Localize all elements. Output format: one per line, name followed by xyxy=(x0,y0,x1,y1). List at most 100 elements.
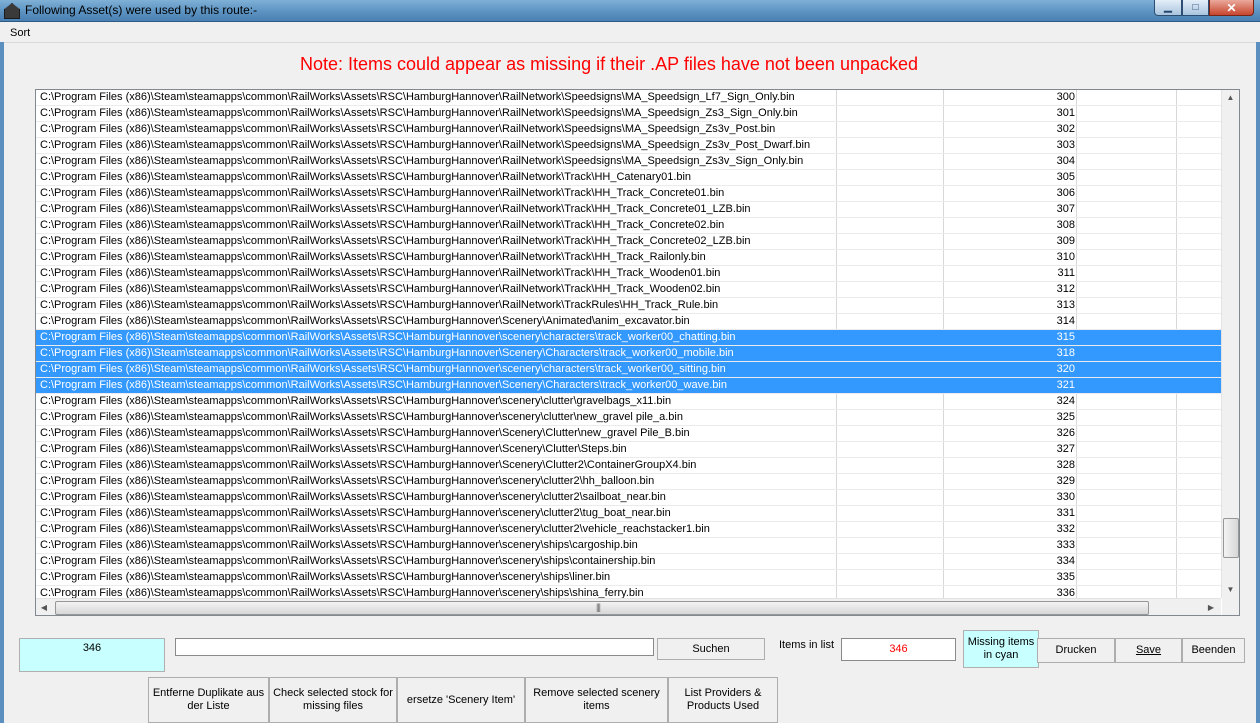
horizontal-scrollbar[interactable]: ◀ ||| ▶ xyxy=(36,598,1221,615)
asset-number: 320 xyxy=(1056,363,1075,375)
asset-path: C:\Program Files (x86)\Steam\steamapps\c… xyxy=(40,267,721,279)
list-row[interactable]: C:\Program Files (x86)\Steam\steamapps\c… xyxy=(36,138,1221,154)
missing-items-legend: Missing items in cyan xyxy=(963,630,1039,668)
list-row[interactable]: C:\Program Files (x86)\Steam\steamapps\c… xyxy=(36,474,1221,490)
asset-number: 327 xyxy=(1056,443,1075,455)
list-row[interactable]: C:\Program Files (x86)\Steam\steamapps\c… xyxy=(36,538,1221,554)
list-row[interactable]: C:\Program Files (x86)\Steam\steamapps\c… xyxy=(36,170,1221,186)
asset-path: C:\Program Files (x86)\Steam\steamapps\c… xyxy=(40,91,795,103)
maximize-icon: □ xyxy=(1192,2,1199,13)
title-bar[interactable]: Following Asset(s) were used by this rou… xyxy=(0,0,1260,22)
list-row[interactable]: C:\Program Files (x86)\Steam\steamapps\c… xyxy=(36,282,1221,298)
list-row[interactable]: C:\Program Files (x86)\Steam\steamapps\c… xyxy=(36,250,1221,266)
replace-scenery-item-button[interactable]: ersetze 'Scenery Item' xyxy=(397,677,525,723)
asset-number: 306 xyxy=(1056,187,1075,199)
scroll-right-icon[interactable]: ▶ xyxy=(1203,599,1219,615)
close-button[interactable]: ✕ xyxy=(1209,0,1254,16)
list-row[interactable]: C:\Program Files (x86)\Steam\steamapps\c… xyxy=(36,122,1221,138)
list-row[interactable]: C:\Program Files (x86)\Steam\steamapps\c… xyxy=(36,298,1221,314)
list-row[interactable]: C:\Program Files (x86)\Steam\steamapps\c… xyxy=(36,570,1221,586)
asset-number: 334 xyxy=(1056,555,1075,567)
asset-number: 335 xyxy=(1056,571,1075,583)
asset-path: C:\Program Files (x86)\Steam\steamapps\c… xyxy=(40,539,638,551)
scroll-left-icon[interactable]: ◀ xyxy=(36,599,52,615)
list-row[interactable]: C:\Program Files (x86)\Steam\steamapps\c… xyxy=(36,330,1221,346)
asset-number: 326 xyxy=(1056,427,1075,439)
vertical-scroll-thumb[interactable] xyxy=(1223,518,1239,558)
asset-number: 321 xyxy=(1056,379,1075,391)
save-button[interactable]: Save xyxy=(1115,638,1182,663)
list-row[interactable]: C:\Program Files (x86)\Steam\steamapps\c… xyxy=(36,154,1221,170)
list-row[interactable]: C:\Program Files (x86)\Steam\steamapps\c… xyxy=(36,106,1221,122)
window-frame-left xyxy=(0,42,4,723)
list-row[interactable]: C:\Program Files (x86)\Steam\steamapps\c… xyxy=(36,410,1221,426)
close-icon: ✕ xyxy=(1226,0,1237,15)
asset-path: C:\Program Files (x86)\Steam\steamapps\c… xyxy=(40,363,726,375)
search-button[interactable]: Suchen xyxy=(657,638,765,660)
minimize-button[interactable]: ▁ xyxy=(1154,0,1182,16)
asset-number: 308 xyxy=(1056,219,1075,231)
maximize-button[interactable]: □ xyxy=(1182,0,1209,16)
asset-number: 302 xyxy=(1056,123,1075,135)
remove-scenery-items-button[interactable]: Remove selected scenery items xyxy=(525,677,668,723)
asset-number: 305 xyxy=(1056,171,1075,183)
list-row[interactable]: C:\Program Files (x86)\Steam\steamapps\c… xyxy=(36,490,1221,506)
asset-path: C:\Program Files (x86)\Steam\steamapps\c… xyxy=(40,171,692,183)
asset-number: 311 xyxy=(1057,267,1075,279)
asset-number: 312 xyxy=(1056,283,1075,295)
remove-duplicates-button[interactable]: Entferne Duplikate aus der Liste xyxy=(148,677,269,723)
asset-number: 328 xyxy=(1056,459,1075,471)
window-frame-right xyxy=(1256,42,1260,723)
items-in-list-label: Items in list xyxy=(779,639,835,651)
list-row[interactable]: C:\Program Files (x86)\Steam\steamapps\c… xyxy=(36,90,1221,106)
asset-number: 318 xyxy=(1056,347,1075,359)
list-row[interactable]: C:\Program Files (x86)\Steam\steamapps\c… xyxy=(36,586,1221,598)
list-providers-button[interactable]: List Providers & Products Used xyxy=(668,677,778,723)
list-row[interactable]: C:\Program Files (x86)\Steam\steamapps\c… xyxy=(36,202,1221,218)
asset-path: C:\Program Files (x86)\Steam\steamapps\c… xyxy=(40,587,644,598)
check-stock-button[interactable]: Check selected stock for missing files xyxy=(269,677,397,723)
asset-number: 309 xyxy=(1056,235,1075,247)
list-row[interactable]: C:\Program Files (x86)\Steam\steamapps\c… xyxy=(36,426,1221,442)
asset-path: C:\Program Files (x86)\Steam\steamapps\c… xyxy=(40,155,804,167)
items-in-list-count: 346 xyxy=(841,638,956,661)
list-row[interactable]: C:\Program Files (x86)\Steam\steamapps\c… xyxy=(36,314,1221,330)
asset-number: 331 xyxy=(1056,507,1075,519)
asset-path: C:\Program Files (x86)\Steam\steamapps\c… xyxy=(40,459,697,471)
asset-path: C:\Program Files (x86)\Steam\steamapps\c… xyxy=(40,315,690,327)
list-row[interactable]: C:\Program Files (x86)\Steam\steamapps\c… xyxy=(36,266,1221,282)
print-button[interactable]: Drucken xyxy=(1037,638,1115,663)
vertical-scrollbar[interactable]: ▲ ▼ xyxy=(1221,90,1239,598)
asset-path: C:\Program Files (x86)\Steam\steamapps\c… xyxy=(40,491,666,503)
exit-button[interactable]: Beenden xyxy=(1182,638,1245,663)
asset-number: 336 xyxy=(1056,587,1075,598)
scroll-up-icon[interactable]: ▲ xyxy=(1222,90,1239,106)
search-input[interactable] xyxy=(175,638,654,656)
menu-bar: Sort xyxy=(0,22,1260,43)
list-row[interactable]: C:\Program Files (x86)\Steam\steamapps\c… xyxy=(36,218,1221,234)
asset-path: C:\Program Files (x86)\Steam\steamapps\c… xyxy=(40,203,751,215)
list-row[interactable]: C:\Program Files (x86)\Steam\steamapps\c… xyxy=(36,362,1221,378)
list-row[interactable]: C:\Program Files (x86)\Steam\steamapps\c… xyxy=(36,458,1221,474)
asset-number: 329 xyxy=(1056,475,1075,487)
scroll-down-icon[interactable]: ▼ xyxy=(1222,582,1239,598)
asset-number: 303 xyxy=(1056,139,1075,151)
list-row[interactable]: C:\Program Files (x86)\Steam\steamapps\c… xyxy=(36,234,1221,250)
list-row[interactable]: C:\Program Files (x86)\Steam\steamapps\c… xyxy=(36,522,1221,538)
list-row[interactable]: C:\Program Files (x86)\Steam\steamapps\c… xyxy=(36,506,1221,522)
list-row[interactable]: C:\Program Files (x86)\Steam\steamapps\c… xyxy=(36,442,1221,458)
menu-sort[interactable]: Sort xyxy=(10,27,30,39)
list-row[interactable]: C:\Program Files (x86)\Steam\steamapps\c… xyxy=(36,186,1221,202)
list-row[interactable]: C:\Program Files (x86)\Steam\steamapps\c… xyxy=(36,378,1221,394)
list-row[interactable]: C:\Program Files (x86)\Steam\steamapps\c… xyxy=(36,394,1221,410)
asset-path: C:\Program Files (x86)\Steam\steamapps\c… xyxy=(40,187,725,199)
asset-path: C:\Program Files (x86)\Steam\steamapps\c… xyxy=(40,555,656,567)
asset-list[interactable]: C:\Program Files (x86)\Steam\steamapps\c… xyxy=(35,89,1240,616)
list-row[interactable]: C:\Program Files (x86)\Steam\steamapps\c… xyxy=(36,554,1221,570)
list-row[interactable]: C:\Program Files (x86)\Steam\steamapps\c… xyxy=(36,346,1221,362)
asset-path: C:\Program Files (x86)\Steam\steamapps\c… xyxy=(40,283,721,295)
minimize-icon: ▁ xyxy=(1164,2,1172,13)
asset-number: 324 xyxy=(1056,395,1075,407)
horizontal-scroll-thumb[interactable]: ||| xyxy=(55,601,1149,615)
asset-number: 313 xyxy=(1056,299,1075,311)
